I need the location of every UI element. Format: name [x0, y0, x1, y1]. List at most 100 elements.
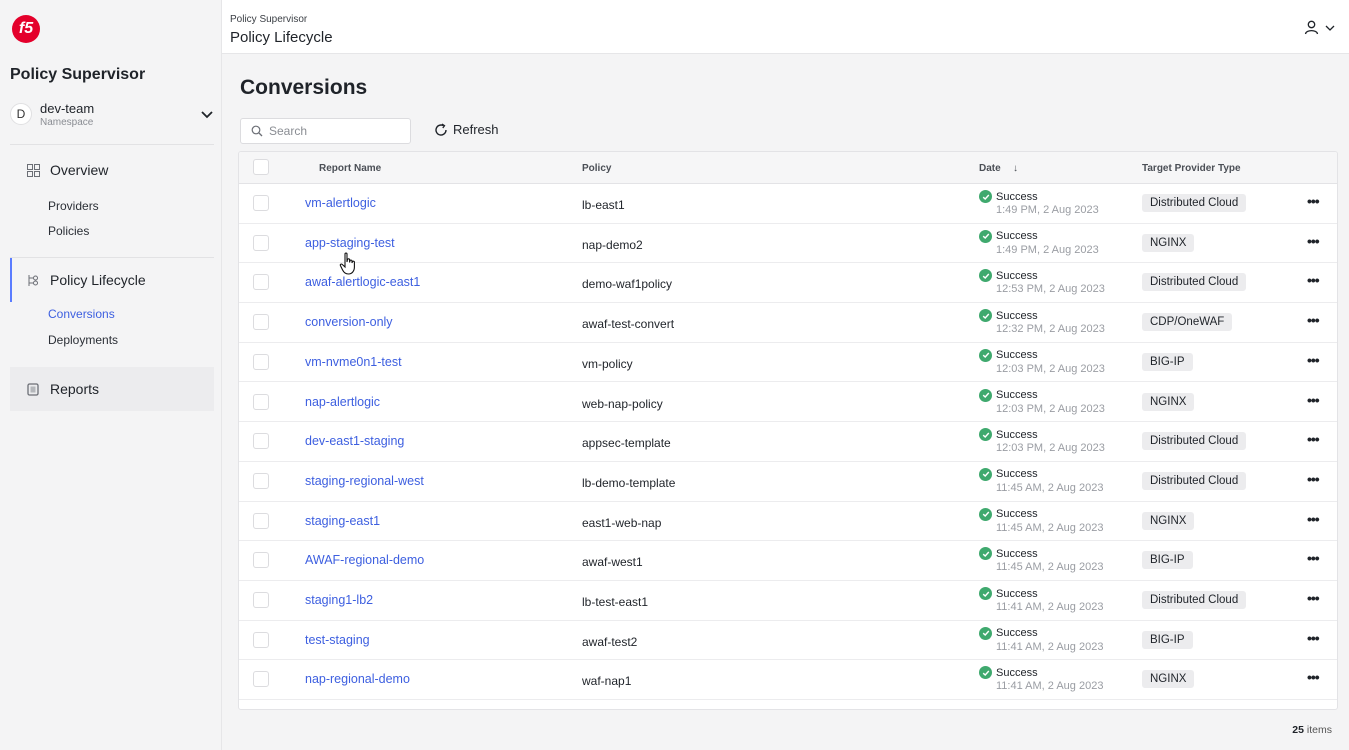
policy-cell: lb-east1 — [582, 198, 625, 212]
nav-overview[interactable]: Overview — [10, 148, 214, 192]
success-check-icon — [979, 428, 992, 442]
row-checkbox[interactable] — [253, 552, 269, 569]
target-provider-badge: NGINX — [1142, 670, 1195, 689]
row-actions-menu[interactable]: ••• — [1307, 193, 1320, 209]
row-checkbox[interactable] — [253, 274, 269, 291]
row-actions-menu[interactable]: ••• — [1307, 669, 1320, 685]
report-name-link[interactable]: staging-regional-west — [305, 474, 424, 488]
row-actions-menu[interactable]: ••• — [1307, 431, 1320, 447]
column-target-provider-type[interactable]: Target Provider Type — [1142, 163, 1241, 174]
row-checkbox[interactable] — [253, 393, 269, 410]
table-row[interactable]: test-staging awaf-test2 Success 11:41 AM, 2… — [239, 621, 1337, 661]
nav-overview-label: Overview — [50, 162, 109, 178]
date-text: 1:49 PM, 2 Aug 2023 — [996, 243, 1099, 256]
report-name-link[interactable]: AWAF-regional-demo — [305, 553, 424, 567]
items-count-label: items — [1306, 724, 1332, 736]
date-text: 12:03 PM, 2 Aug 2023 — [996, 402, 1105, 415]
hand-cursor-icon — [339, 252, 355, 275]
report-name-link[interactable]: vm-nvme0n1-test — [305, 355, 402, 369]
row-checkbox[interactable] — [253, 353, 269, 370]
date-text: 12:53 PM, 2 Aug 2023 — [996, 283, 1105, 296]
report-name-link[interactable]: test-staging — [305, 633, 370, 647]
namespace-selector[interactable]: D dev-team Namespace — [10, 94, 214, 134]
success-check-icon — [979, 388, 992, 402]
nav-reports[interactable]: Reports — [10, 367, 214, 411]
table-row[interactable]: nap-regional-demo waf-nap1 Success 11:41 AM… — [239, 660, 1337, 701]
table-row[interactable]: nap-alertlogic web-nap-policy Success 12:03… — [239, 383, 1337, 423]
breadcrumb-current: Policy Lifecycle — [230, 29, 333, 46]
nav-policies[interactable]: Policies — [48, 224, 89, 238]
row-actions-menu[interactable]: ••• — [1307, 471, 1320, 487]
column-date[interactable]: Date — [979, 163, 1001, 174]
row-checkbox[interactable] — [253, 195, 269, 211]
nav-conversions[interactable]: Conversions — [48, 307, 115, 321]
chevron-down-icon[interactable] — [200, 107, 214, 121]
refresh-icon — [435, 122, 447, 136]
row-checkbox[interactable] — [253, 592, 269, 608]
row-actions-menu[interactable]: ••• — [1307, 272, 1320, 288]
column-report-name[interactable]: Report Name — [319, 163, 381, 174]
status-cell: Success 12:53 PM, 2 Aug 2023 — [979, 269, 1105, 295]
table-row[interactable]: awaf-alertlogic-east1 demo-waf1policy Succ… — [239, 263, 1337, 304]
search-input[interactable] — [269, 124, 399, 138]
row-checkbox[interactable] — [253, 433, 269, 450]
table-row[interactable]: staging-east1 east1-web-nap Success 11:45 A… — [239, 502, 1337, 542]
nav-providers[interactable]: Providers — [48, 199, 99, 213]
row-checkbox[interactable] — [253, 512, 269, 529]
report-name-link[interactable]: conversion-only — [305, 315, 393, 329]
row-actions-menu[interactable]: ••• — [1307, 550, 1320, 566]
table-row[interactable]: vm-alertlogic lb-east1 Success 1:49 PM, 2 A… — [239, 184, 1337, 224]
date-text: 12:03 PM, 2 Aug 2023 — [996, 362, 1105, 375]
row-actions-menu[interactable]: ••• — [1307, 352, 1320, 368]
table-row[interactable]: app-staging-test nap-demo2 Success 1:49 PM,… — [239, 224, 1337, 264]
select-all-checkbox[interactable] — [253, 159, 269, 175]
row-checkbox[interactable] — [253, 472, 269, 489]
row-checkbox[interactable] — [253, 234, 269, 251]
table-row[interactable]: AWAF-regional-demo awaf-west1 Success 11:45… — [239, 541, 1337, 581]
report-name-link[interactable]: staging-east1 — [305, 514, 380, 528]
report-name-link[interactable]: dev-east1-staging — [305, 434, 404, 448]
refresh-label: Refresh — [453, 122, 499, 137]
row-checkbox[interactable] — [253, 671, 269, 688]
report-name-link[interactable]: nap-alertlogic — [305, 395, 380, 409]
date-text: 12:03 PM, 2 Aug 2023 — [996, 442, 1105, 455]
breadcrumb-parent[interactable]: Policy Supervisor — [230, 14, 307, 25]
row-actions-menu[interactable]: ••• — [1307, 630, 1320, 646]
target-provider-badge: Distributed Cloud — [1142, 194, 1247, 212]
refresh-button[interactable]: Refresh — [434, 122, 499, 137]
table-row[interactable]: conversion-only awaf-test-convert Success 1… — [239, 303, 1337, 343]
row-actions-menu[interactable]: ••• — [1307, 233, 1320, 249]
table-row[interactable]: vm-nvme0n1-test vm-policy Success 12:03 PM,… — [239, 343, 1337, 383]
report-name-link[interactable]: vm-alertlogic — [305, 196, 376, 210]
report-name-link[interactable]: app-staging-test — [305, 236, 395, 250]
table-row[interactable]: staging1-lb2 lb-test-east1 Success 11:41 AM… — [239, 581, 1337, 621]
top-header: Policy Supervisor Policy Lifecycle — [222, 0, 1349, 54]
nav-policy-lifecycle[interactable]: Policy Lifecycle — [10, 258, 214, 302]
column-policy[interactable]: Policy — [582, 163, 611, 174]
target-provider-badge: NGINX — [1142, 511, 1195, 530]
report-name-link[interactable]: nap-regional-demo — [305, 672, 410, 686]
policy-cell: east1-web-nap — [582, 515, 662, 530]
table-row[interactable]: staging-regional-west lb-demo-template Suc… — [239, 462, 1337, 502]
success-check-icon — [979, 626, 992, 640]
success-check-icon — [979, 547, 992, 561]
date-text: 1:49 PM, 2 Aug 2023 — [996, 204, 1099, 216]
search-box[interactable] — [240, 118, 411, 144]
row-actions-menu[interactable]: ••• — [1307, 312, 1320, 328]
row-actions-menu[interactable]: ••• — [1307, 392, 1320, 408]
report-name-link[interactable]: staging1-lb2 — [305, 593, 373, 607]
user-menu[interactable] — [1304, 20, 1335, 35]
row-checkbox[interactable] — [253, 314, 269, 331]
row-actions-menu[interactable]: ••• — [1307, 590, 1320, 606]
status-cell: Success 12:03 PM, 2 Aug 2023 — [979, 388, 1105, 415]
nav-deployments[interactable]: Deployments — [48, 333, 118, 347]
report-name-link[interactable]: awaf-alertlogic-east1 — [305, 275, 420, 289]
f5-logo[interactable]: f5 — [12, 15, 40, 43]
namespace-avatar: D — [10, 103, 32, 125]
row-actions-menu[interactable]: ••• — [1307, 511, 1320, 527]
row-checkbox[interactable] — [253, 631, 269, 648]
status-cell: Success 11:45 AM, 2 Aug 2023 — [979, 547, 1103, 573]
date-text: 11:41 AM, 2 Aug 2023 — [996, 601, 1104, 613]
table-row[interactable]: dev-east1-staging appsec-template Success 1… — [239, 422, 1337, 462]
sort-desc-icon[interactable]: ↓ — [1013, 163, 1018, 174]
